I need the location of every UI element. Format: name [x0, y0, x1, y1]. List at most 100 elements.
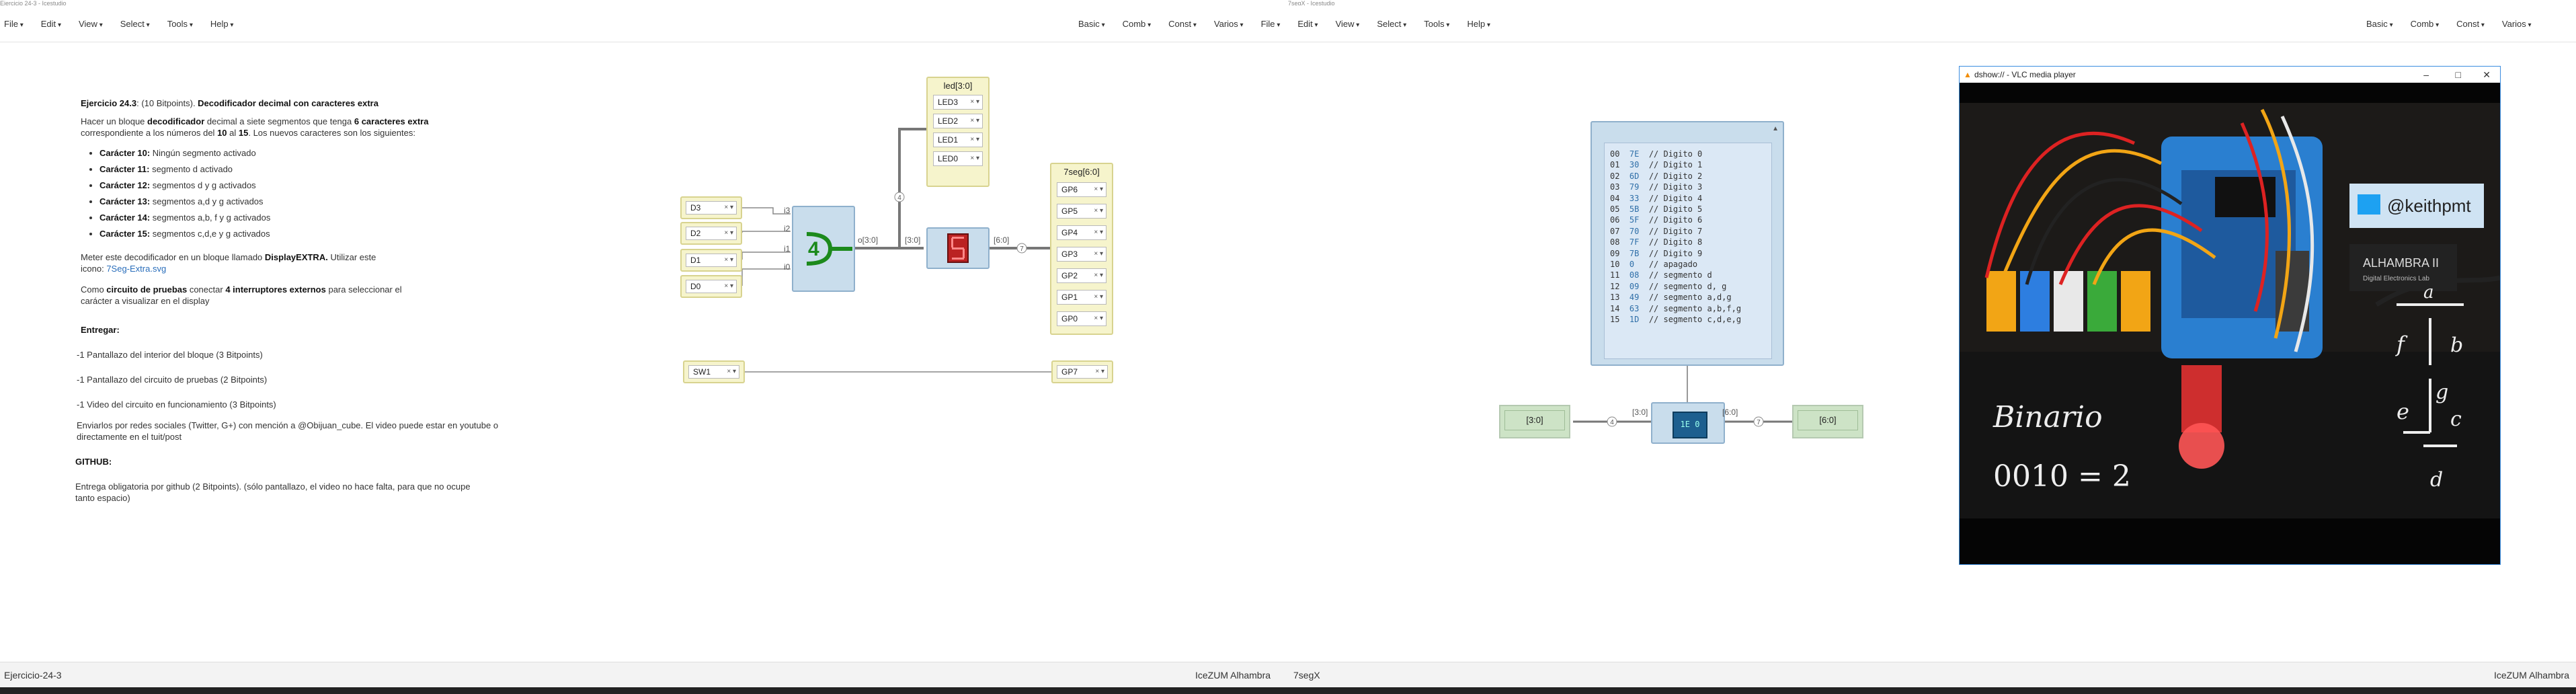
- chalk-equation-text: 0010 = 2: [1993, 459, 2131, 494]
- code-comment: // Digito 5: [1648, 204, 1703, 215]
- pin-select[interactable]: D3: [686, 201, 737, 215]
- code-line: 04 33 // Digito 4: [1610, 193, 1771, 204]
- seg-select[interactable]: GP3: [1057, 247, 1106, 262]
- wire-bus-number: 7: [1020, 245, 1024, 253]
- memory-code: 00 7E // Digito 0 01 30 // Digito 1 02 6D …: [1610, 149, 1771, 325]
- vlc-video-area[interactable]: @keithpmt ALHAMBRA II Digital Electronic…: [1960, 83, 2501, 564]
- menu-const-2[interactable]: Const: [2456, 19, 2485, 29]
- menu-view[interactable]: View: [79, 19, 103, 29]
- led-select[interactable]: LED1: [933, 132, 983, 147]
- code-line: 13 49 // segmento a,d,g: [1610, 292, 1771, 303]
- code-value: 63: [1629, 303, 1649, 313]
- output-pin-gp7[interactable]: GP7: [1051, 360, 1113, 383]
- led-group-title: led[3:0]: [943, 81, 973, 91]
- menu-tools-2[interactable]: Tools: [1424, 19, 1449, 29]
- bus-label: [3:0]: [905, 235, 921, 245]
- code-value: 1D: [1629, 315, 1649, 325]
- seg-select[interactable]: GP0: [1057, 311, 1106, 326]
- pin-select[interactable]: SW1: [688, 365, 739, 379]
- vlc-titlebar[interactable]: ▲ dshow:// - VLC media player – □ ✕: [1960, 67, 2500, 83]
- code-value: 08: [1629, 270, 1649, 280]
- code-value: 30: [1629, 160, 1649, 170]
- seg-select[interactable]: GP1: [1057, 290, 1106, 305]
- input-pin-sw1[interactable]: SW1: [683, 360, 745, 383]
- menu-comb[interactable]: Comb: [1123, 19, 1152, 29]
- menu-basic[interactable]: Basic: [1078, 19, 1105, 29]
- display-extra-block[interactable]: [926, 227, 990, 269]
- memory-table-block[interactable]: ▲ 00 7E // Digito 0 01 30 // Digito 1 02 6…: [1591, 121, 1784, 366]
- code-address: 11: [1610, 270, 1629, 280]
- code-line: 14 63 // segmento a,b,f,g: [1610, 303, 1771, 314]
- github-heading: GITHUB:: [75, 457, 112, 467]
- code-value: 49: [1629, 293, 1649, 303]
- led-output-group[interactable]: led[3:0] LED3 LED2 LED1 LED0: [926, 77, 990, 187]
- seg-select[interactable]: GP5: [1057, 204, 1106, 219]
- led-select[interactable]: LED3: [933, 95, 983, 110]
- rom-block[interactable]: 1E 0: [1651, 402, 1725, 444]
- seg-select[interactable]: GP4: [1057, 225, 1106, 240]
- led-select[interactable]: LED0: [933, 151, 983, 166]
- bus-join-block[interactable]: 4: [792, 206, 855, 292]
- exercise-description: Hacer un bloque decodificador decimal a …: [81, 116, 429, 138]
- menu-file[interactable]: File: [4, 19, 24, 29]
- menubar-right: Basic Comb Const Varios: [2366, 13, 2549, 34]
- menu-varios[interactable]: Varios: [1214, 19, 1244, 29]
- menu-basic-2[interactable]: Basic: [2366, 19, 2393, 29]
- menu-file-2[interactable]: File: [1261, 19, 1281, 29]
- maximize-icon[interactable]: □: [2456, 67, 2461, 83]
- port-label: i1: [784, 244, 791, 254]
- code-address: 10: [1610, 260, 1629, 270]
- port-label: i2: [784, 224, 791, 233]
- pin-select[interactable]: D0: [686, 280, 737, 293]
- wire-bus-number: 4: [1610, 419, 1614, 426]
- icon-svg-link[interactable]: 7Seg-Extra.svg: [106, 264, 166, 274]
- minimize-icon[interactable]: –: [2423, 67, 2429, 83]
- menu-view-2[interactable]: View: [1336, 19, 1360, 29]
- deliverable-1: -1 Pantallazo del interior del bloque (3…: [77, 350, 263, 360]
- menu-select[interactable]: Select: [120, 19, 150, 29]
- menu-help-2[interactable]: Help: [1467, 19, 1490, 29]
- menu-help[interactable]: Help: [210, 19, 234, 29]
- status-board-mid: IceZUM Alhambra: [1195, 670, 1271, 681]
- window-title-right: 7segX - Icestudio: [1288, 0, 1335, 5]
- collapse-icon[interactable]: ▲: [1772, 125, 1779, 132]
- chalk-letter: a: [2423, 282, 2434, 303]
- input-pin-d2[interactable]: D2: [680, 222, 742, 245]
- list-item: Carácter 12: segmentos d y g activados: [99, 178, 524, 194]
- chalk-letter: c: [2450, 408, 2462, 431]
- status-bar: Ejercicio-24-3 IceZUM Alhambra 7segX Ice…: [0, 662, 2576, 688]
- output-bus-block[interactable]: [6:0]: [1792, 405, 1863, 438]
- close-icon[interactable]: ✕: [2483, 67, 2491, 83]
- list-item: Carácter 11: segmento d activado: [99, 161, 524, 178]
- menu-select-2[interactable]: Select: [1377, 19, 1406, 29]
- pin-select[interactable]: GP7: [1057, 365, 1108, 379]
- menu-varios-2[interactable]: Varios: [2502, 19, 2532, 29]
- seg-select[interactable]: GP6: [1057, 182, 1106, 197]
- port-label: i3: [784, 206, 791, 215]
- code-line: 03 79 // Digito 3: [1610, 182, 1771, 192]
- input-pin-d0[interactable]: D0: [680, 275, 742, 298]
- menu-const[interactable]: Const: [1168, 19, 1197, 29]
- code-value: 79: [1629, 182, 1649, 192]
- pin-select[interactable]: D2: [686, 227, 737, 240]
- seg-output-group[interactable]: 7seg[6:0] GP6 GP5 GP4 GP3 GP2 GP1 GP0: [1050, 163, 1113, 335]
- input-pin-d3[interactable]: D3: [680, 196, 742, 219]
- pin-select[interactable]: D1: [686, 254, 737, 267]
- memory-code-editor[interactable]: 00 7E // Digito 0 01 30 // Digito 1 02 6D …: [1604, 143, 1772, 359]
- menu-edit[interactable]: Edit: [41, 19, 61, 29]
- seg-select[interactable]: GP2: [1057, 268, 1106, 283]
- twitter-handle-text: @keithpmt: [2387, 196, 2471, 216]
- menu-tools[interactable]: Tools: [167, 19, 193, 29]
- menubar-middle: Basic Comb Const Varios File Edit View S…: [1078, 13, 1508, 34]
- menu-comb-2[interactable]: Comb: [2411, 19, 2440, 29]
- code-value: 6D: [1629, 171, 1649, 181]
- code-address: 04: [1610, 193, 1629, 203]
- input-pin-d1[interactable]: D1: [680, 249, 742, 272]
- code-comment: // Digito 9: [1648, 248, 1703, 258]
- menu-edit-2[interactable]: Edit: [1297, 19, 1318, 29]
- code-address: 03: [1610, 182, 1629, 192]
- vlc-window[interactable]: ▲ dshow:// - VLC media player – □ ✕ @kei…: [1959, 66, 2501, 565]
- input-bus-block[interactable]: [3:0]: [1499, 405, 1570, 438]
- led-select[interactable]: LED2: [933, 114, 983, 128]
- code-comment: // Digito 6: [1648, 215, 1703, 225]
